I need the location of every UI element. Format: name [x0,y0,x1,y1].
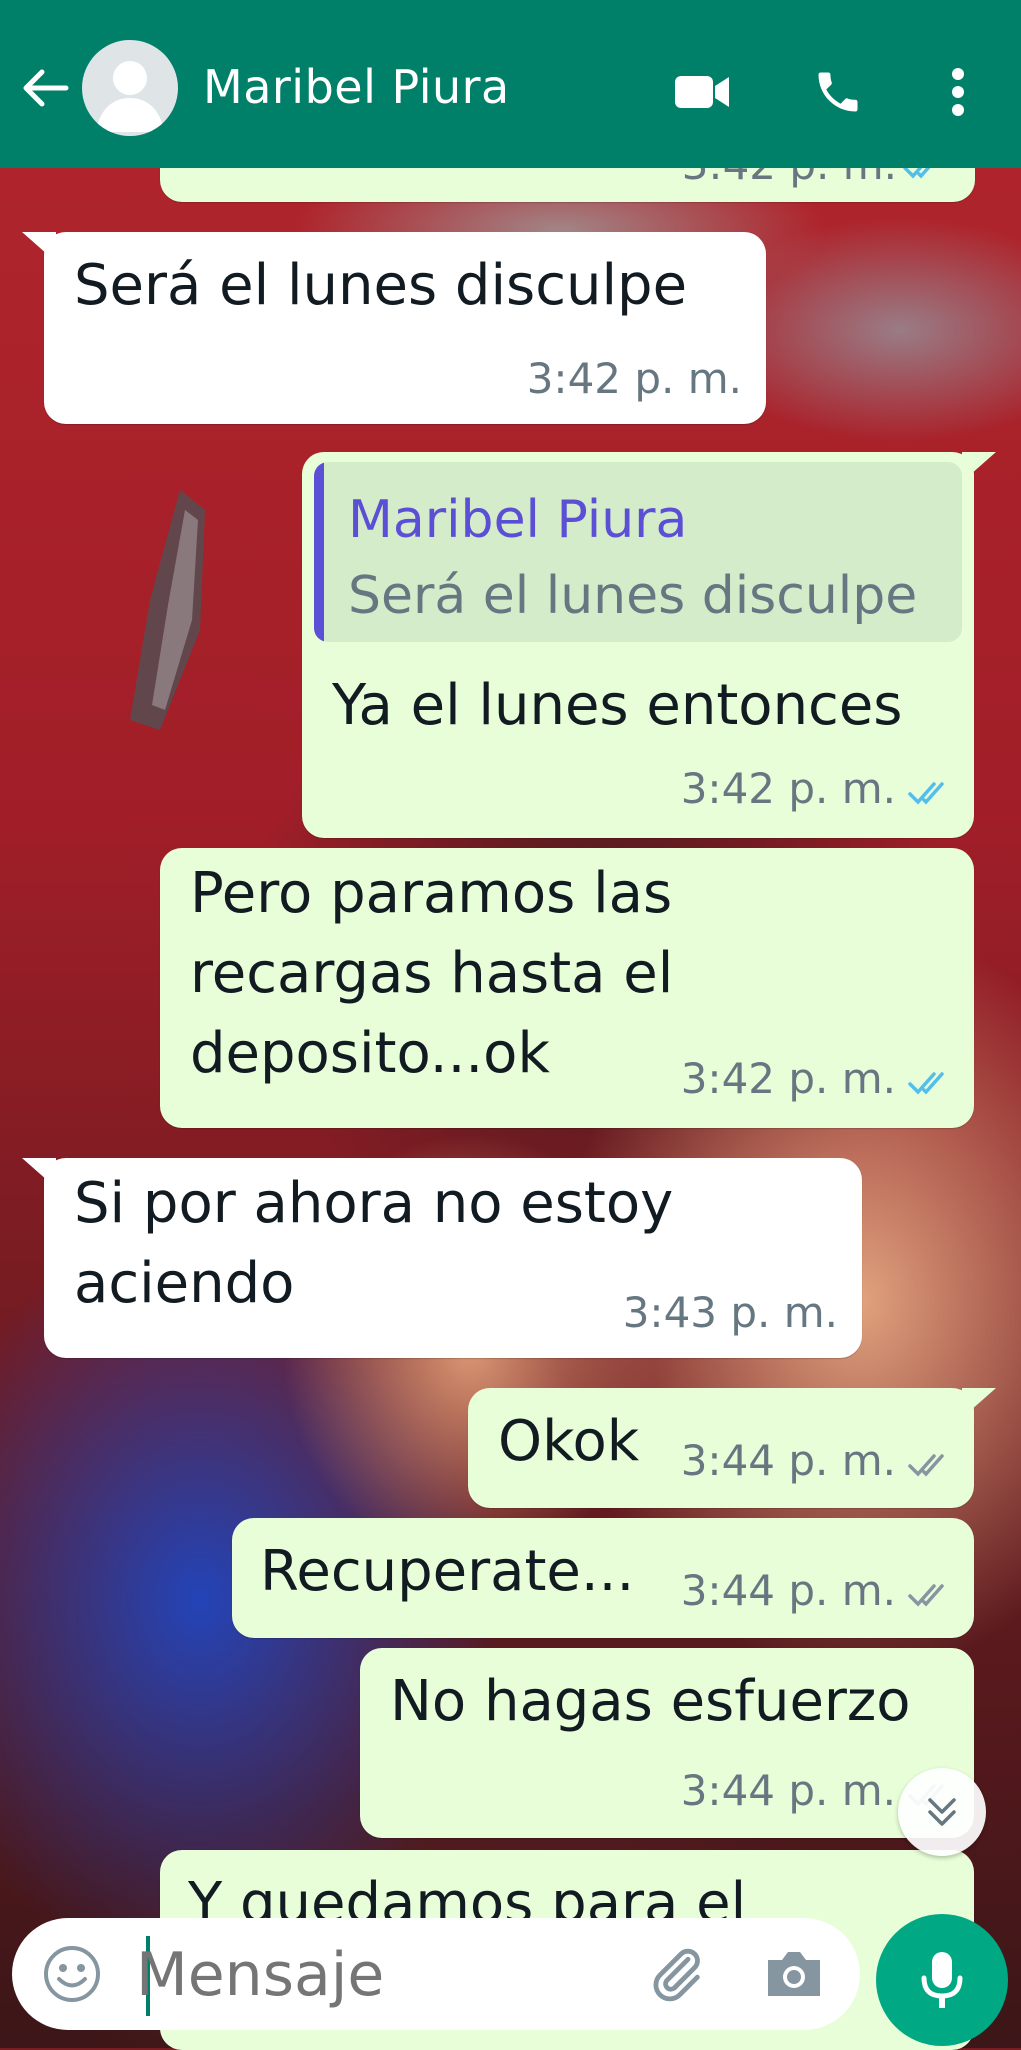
attach-icon[interactable] [644,1942,708,2006]
message-time: 3:43 p. m. [622,1288,838,1337]
message-line: aciendo [74,1251,295,1316]
mic-icon [921,1952,963,2008]
message-outgoing[interactable]: Pero paramos las recargas hasta el depos… [160,848,974,1128]
quoted-message[interactable]: Maribel Piura Será el lunes disculpe [314,462,962,642]
message-outgoing-reply[interactable]: Maribel Piura Será el lunes disculpe Ya … [302,452,996,838]
message-time: 3:44 p. m. [680,1436,896,1485]
voice-call-button[interactable] [808,62,868,122]
contact-name[interactable]: Maribel Piura [203,60,510,114]
message-line: Pero paramos las [190,861,673,926]
message-outgoing[interactable]: Recuperate... 3:44 p. m. [232,1518,974,1638]
message-text: Recuperate... [260,1539,635,1604]
message-incoming[interactable]: Si por ahora no estoy aciendo 3:43 p. m. [22,1158,862,1358]
voice-message-button[interactable] [876,1914,1008,2046]
bubble-tail [22,1158,56,1188]
scroll-to-bottom-button[interactable] [898,1768,986,1856]
avatar-icon [96,61,164,132]
message-incoming[interactable]: Será el lunes disculpe 3:42 p. m. [22,232,766,424]
bubble-tail [962,1388,996,1418]
quoted-author: Maribel Piura [348,490,688,550]
more-vert-icon [952,68,964,116]
phone-icon [818,72,858,112]
back-arrow-icon[interactable] [18,62,70,114]
video-call-icon [675,76,729,108]
emoji-icon[interactable] [42,1944,102,2004]
message-line: deposito...ok [190,1021,550,1086]
read-ticks-icon [908,1072,944,1095]
scroll-down-icon [928,1798,956,1826]
message-text: Okok [498,1409,640,1474]
message-time: 3:44 p. m. [680,1566,896,1615]
message-outgoing[interactable]: Okok 3:44 p. m. [468,1388,996,1508]
quoted-text: Será el lunes disculpe [348,566,918,626]
message-time: 3:42 p. m. [680,1054,896,1103]
message-input[interactable] [134,1934,618,2016]
delivered-ticks-icon [908,1584,944,1607]
message-line: Si por ahora no estoy [74,1171,674,1236]
avatar[interactable] [82,40,178,136]
message-line: recargas hasta el [190,941,674,1006]
wallpaper-pendant [130,490,205,730]
bubble-tail [962,452,996,482]
delivered-ticks-icon [908,1454,944,1477]
quote-bar [314,462,324,642]
message-time: 3:42 p. m. [526,354,742,403]
message-time: 3:42 p. m. [680,764,896,813]
message-outgoing[interactable]: No hagas esfuerzo 3:44 p. m. [360,1648,974,1838]
bubble-tail [22,232,56,262]
more-options-button[interactable] [928,62,988,122]
message-text: Será el lunes disculpe [74,253,688,318]
video-call-button[interactable] [672,62,732,122]
read-ticks-icon [908,782,944,805]
message-text: No hagas esfuerzo [390,1669,911,1734]
message-text: Ya el lunes entonces [332,673,903,738]
message-time: 3:44 p. m. [680,1766,896,1815]
camera-icon[interactable] [762,1944,826,2004]
chat-header: Maribel Piura [0,0,1021,168]
message-composer [12,1918,860,2030]
